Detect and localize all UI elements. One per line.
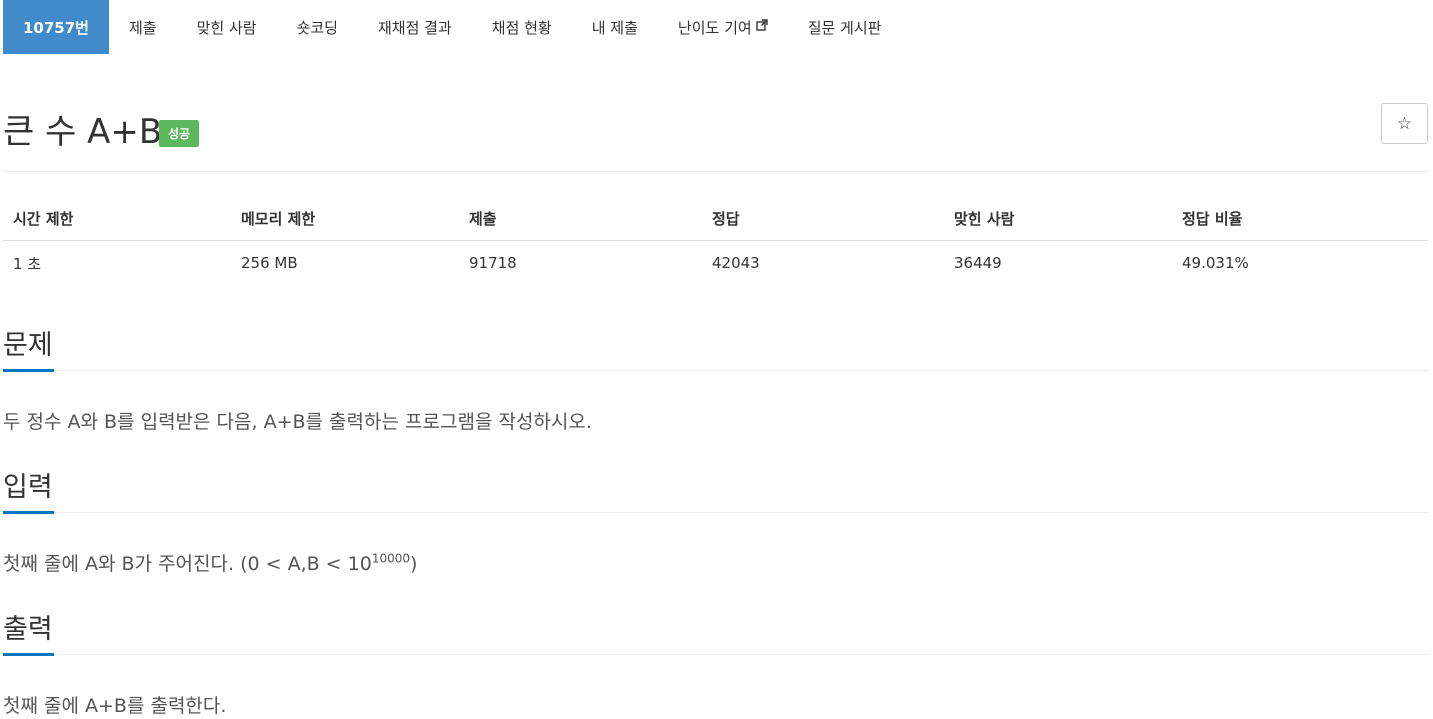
section-underline [3, 511, 54, 514]
header-memory-limit: 메모리 제한 [231, 196, 459, 241]
input-text-exponent: 10000 [371, 551, 411, 566]
problem-description-section: 문제 두 정수 A와 B를 입력받은 다음, A+B를 출력하는 프로그램을 작… [3, 330, 1428, 434]
input-text-suffix: ) [410, 553, 418, 575]
tab-my-submissions-label: 내 제출 [591, 18, 638, 37]
header-accept-ratio: 정답 비율 [1172, 196, 1428, 241]
external-link-icon [755, 19, 768, 35]
header-accepted: 정답 [702, 196, 944, 241]
tab-problem-number-label: 10757번 [23, 18, 89, 37]
problem-info-table: 시간 제한 메모리 제한 제출 정답 맞힌 사람 정답 비율 1 초 256 M… [3, 196, 1428, 285]
tab-solved-users-label: 맞힌 사람 [196, 18, 257, 37]
tab-judge-status[interactable]: 채점 현황 [472, 0, 572, 54]
tab-judge-status-label: 채점 현황 [491, 18, 552, 37]
value-accept-ratio: 49.031% [1182, 254, 1249, 272]
tab-solved-users[interactable]: 맞힌 사람 [177, 0, 277, 54]
section-title-output: 출력 [3, 614, 53, 645]
section-title-description: 문제 [3, 330, 53, 361]
tab-problem-number[interactable]: 10757번 [3, 0, 109, 54]
tab-question-board[interactable]: 질문 게시판 [788, 0, 902, 54]
tab-difficulty-contribution[interactable]: 난이도 기여 [658, 0, 788, 54]
page-title: 큰 수 A+B [3, 112, 163, 152]
tab-submit-label: 제출 [129, 18, 157, 37]
problem-description-text: 두 정수 A와 B를 입력받은 다음, A+B를 출력하는 프로그램을 작성하시… [3, 411, 592, 433]
header-solved-users: 맞힌 사람 [944, 196, 1172, 241]
tab-rejudge-results[interactable]: 재채점 결과 [358, 0, 472, 54]
value-submissions: 91718 [469, 254, 517, 272]
problem-nav-tabs: 10757번 제출 맞힌 사람 숏코딩 재채점 결과 채점 현황 내 제출 난이… [3, 0, 901, 54]
tab-question-board-label: 질문 게시판 [807, 18, 882, 37]
header-submissions: 제출 [459, 196, 702, 241]
section-header: 문제 [3, 330, 1428, 372]
tab-rejudge-results-label: 재채점 결과 [377, 18, 452, 37]
tab-submit[interactable]: 제출 [109, 0, 177, 54]
section-underline [3, 653, 54, 656]
tab-my-submissions[interactable]: 내 제출 [572, 0, 658, 54]
value-accepted: 42043 [712, 254, 760, 272]
section-title-input: 입력 [3, 472, 53, 503]
section-underline [3, 369, 54, 372]
table-row: 1 초 256 MB 91718 42043 36449 49.031% [3, 241, 1428, 286]
favorite-button[interactable]: ☆ [1381, 103, 1428, 144]
title-divider [3, 171, 1428, 172]
value-solved-users: 36449 [954, 254, 1002, 272]
section-header: 입력 [3, 472, 1428, 514]
tab-short-coding[interactable]: 숏코딩 [277, 0, 358, 54]
problem-output-text: 첫째 줄에 A+B를 출력한다. [3, 695, 227, 717]
section-header: 출력 [3, 614, 1428, 656]
value-memory-limit: 256 MB [241, 254, 298, 272]
status-badge: 성공 [159, 120, 200, 147]
problem-input-text: 첫째 줄에 A와 B가 주어진다. (0 < A,B < 1010000) [3, 549, 1428, 576]
problem-output-section: 출력 첫째 줄에 A+B를 출력한다. [3, 614, 1428, 718]
tab-difficulty-contribution-label: 난이도 기여 [677, 18, 752, 37]
table-header-row: 시간 제한 메모리 제한 제출 정답 맞힌 사람 정답 비율 [3, 196, 1428, 241]
value-time-limit: 1 초 [13, 254, 42, 273]
input-text-prefix: 첫째 줄에 A와 B가 주어진다. (0 < A,B < 10 [3, 553, 372, 575]
tab-short-coding-label: 숏코딩 [296, 18, 338, 37]
problem-input-section: 입력 첫째 줄에 A와 B가 주어진다. (0 < A,B < 1010000) [3, 472, 1428, 576]
header-time-limit: 시간 제한 [3, 196, 231, 241]
star-icon: ☆ [1396, 113, 1413, 134]
problem-title-row: 큰 수 A+B 성공 ☆ [3, 100, 1428, 156]
